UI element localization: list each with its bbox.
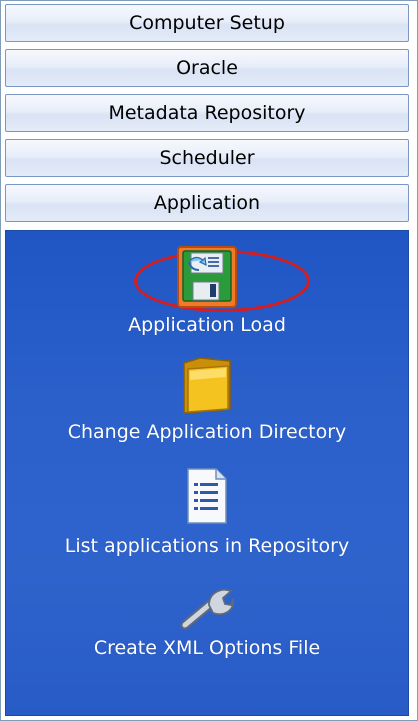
section-header-label: Oracle: [176, 57, 238, 79]
section-header-label: Scheduler: [159, 147, 255, 169]
section-header-computer-setup[interactable]: Computer Setup: [5, 4, 409, 42]
application-section-content: Application Load Change Application Dire…: [5, 230, 409, 716]
navigation-panel: Computer Setup Oracle Metadata Repositor…: [0, 0, 418, 721]
change-application-directory-item[interactable]: Change Application Directory: [6, 351, 408, 459]
section-header-application[interactable]: Application: [5, 184, 409, 222]
floppy-disk-icon: [177, 246, 237, 308]
section-header-scheduler[interactable]: Scheduler: [5, 139, 409, 177]
application-load-label: Application Load: [128, 314, 286, 336]
list-applications-item[interactable]: List applications in Repository: [6, 459, 408, 573]
list-applications-label: List applications in Repository: [64, 535, 350, 557]
create-xml-options-item[interactable]: Create XML Options File: [6, 573, 408, 681]
application-load-item[interactable]: Application Load: [6, 231, 408, 351]
section-header-metadata-repository[interactable]: Metadata Repository: [5, 94, 409, 132]
create-xml-options-label: Create XML Options File: [93, 637, 321, 659]
section-header-label: Metadata Repository: [108, 102, 306, 124]
wrench-icon: [179, 585, 235, 631]
change-application-directory-label: Change Application Directory: [67, 421, 347, 443]
section-header-label: Application: [153, 192, 261, 214]
section-header-label: Computer Setup: [129, 12, 285, 34]
folder-icon: [180, 355, 234, 415]
section-header-oracle[interactable]: Oracle: [5, 49, 409, 87]
document-list-icon: [184, 467, 230, 525]
